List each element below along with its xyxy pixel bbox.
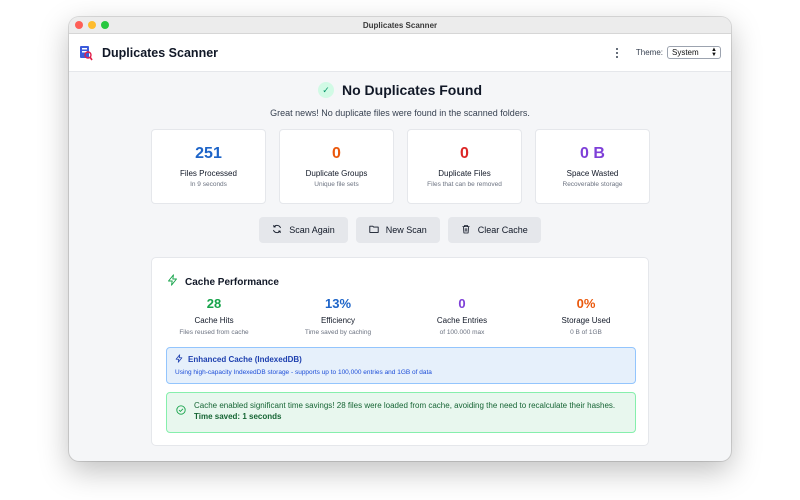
info-text: Using high-capacity IndexedDB storage - … <box>175 369 432 376</box>
cache-stat-label: Cache Entries <box>436 316 488 325</box>
app-name: Duplicates Scanner <box>102 45 219 60</box>
app-logo-icon <box>79 45 93 61</box>
stat-label: Duplicate Files <box>438 169 491 178</box>
stat-value: 0 <box>460 145 469 162</box>
cache-performance-panel: Cache Performance 28 Cache Hits Files re… <box>151 257 649 446</box>
cache-stat-sub: Files reused from cache <box>179 329 249 336</box>
cache-stat-label: Efficiency <box>320 316 356 325</box>
status-header: ✓ No Duplicates Found <box>69 82 731 98</box>
indexeddb-info-box: Enhanced Cache (IndexedDB) Using high-ca… <box>166 347 636 384</box>
check-icon: ✓ <box>318 82 334 98</box>
cache-stat-sub: 0 B of 1GB <box>570 329 602 336</box>
stat-card-duplicate-groups: 0 Duplicate Groups Unique file sets <box>279 129 394 204</box>
stat-sub: Files that can be removed <box>427 181 502 188</box>
stat-label: Files Processed <box>180 169 237 178</box>
stat-card-duplicate-files: 0 Duplicate Files Files that can be remo… <box>407 129 522 204</box>
cache-stat-value: 0% <box>576 296 596 311</box>
cache-stat-sub: Time saved by caching <box>304 329 372 336</box>
stat-value: 251 <box>195 145 222 162</box>
check-circle-icon <box>176 402 186 415</box>
theme-select[interactable]: System ▲ ▼ <box>667 46 721 59</box>
theme-select-value: System <box>672 48 699 57</box>
clear-cache-button[interactable]: Clear Cache <box>447 217 541 243</box>
stat-card-files-processed: 251 Files Processed In 9 seconds <box>151 129 266 204</box>
window-title: Duplicates Scanner <box>362 20 438 30</box>
stat-sub: Unique file sets <box>314 181 359 188</box>
cache-stat-label: Storage Used <box>561 316 611 325</box>
cache-stat-hits: 28 Cache Hits Files reused from cache <box>152 296 276 336</box>
scan-again-label: Scan Again <box>289 225 335 235</box>
info-title-text: Enhanced Cache (IndexedDB) <box>188 355 302 364</box>
clear-cache-label: Clear Cache <box>477 225 528 235</box>
new-scan-label: New Scan <box>385 225 427 235</box>
more-options-icon[interactable] <box>612 46 622 60</box>
zoom-window-button[interactable] <box>101 21 109 29</box>
cache-stat-efficiency: 13% Efficiency Time saved by caching <box>276 296 400 336</box>
status-subtitle: Great news! No duplicate files were foun… <box>270 108 530 118</box>
main-content: ✓ No Duplicates Found Great news! No dup… <box>69 72 731 460</box>
time-savings-box: Cache enabled significant time savings! … <box>166 392 636 433</box>
stat-value: 0 <box>332 145 341 162</box>
app-window: Duplicates Scanner Duplicates Scanner Th… <box>69 17 731 461</box>
cache-stat-storage: 0% Storage Used 0 B of 1GB <box>524 296 648 336</box>
title-bar: Duplicates Scanner <box>69 17 731 34</box>
info-title: Enhanced Cache (IndexedDB) <box>175 354 627 365</box>
stat-value: 0 B <box>580 145 605 162</box>
success-text: Cache enabled significant time savings! … <box>194 400 627 422</box>
time-saved: Time saved: 1 seconds <box>194 412 282 421</box>
folder-icon <box>369 224 379 236</box>
app-header: Duplicates Scanner Theme: System ▲ ▼ <box>69 34 731 72</box>
stat-sub: Recoverable storage <box>562 181 623 188</box>
success-message: Cache enabled significant time savings! … <box>194 401 616 410</box>
stat-card-space-wasted: 0 B Space Wasted Recoverable storage <box>535 129 650 204</box>
cache-header: Cache Performance <box>167 273 279 291</box>
lightning-icon <box>175 354 183 365</box>
theme-label: Theme: <box>635 48 663 57</box>
refresh-icon <box>272 224 282 236</box>
cache-stat-value: 28 <box>206 296 222 311</box>
cache-stat-entries: 0 Cache Entries of 100.000 max <box>400 296 524 336</box>
cache-stats: 28 Cache Hits Files reused from cache 13… <box>152 296 648 336</box>
cache-stat-sub: of 100.000 max <box>439 329 485 336</box>
cache-stat-label: Cache Hits <box>194 316 234 325</box>
stat-sub: In 9 seconds <box>190 181 227 188</box>
scan-again-button[interactable]: Scan Again <box>259 217 348 243</box>
cache-stat-value: 0 <box>458 296 466 311</box>
trash-icon <box>461 224 471 236</box>
new-scan-button[interactable]: New Scan <box>355 217 440 243</box>
status-title: No Duplicates Found <box>342 82 482 98</box>
action-buttons: Scan Again New Scan Clear Cache <box>69 217 731 243</box>
cache-stat-value: 13% <box>324 296 352 311</box>
select-arrows-icon: ▲ ▼ <box>711 47 717 58</box>
lightning-icon <box>167 273 178 291</box>
stat-label: Space Wasted <box>566 169 619 178</box>
summary-stats: 251 Files Processed In 9 seconds 0 Dupli… <box>151 129 650 204</box>
window-controls <box>75 21 109 29</box>
stat-label: Duplicate Groups <box>305 169 368 178</box>
minimize-window-button[interactable] <box>88 21 96 29</box>
close-window-button[interactable] <box>75 21 83 29</box>
cache-title: Cache Performance <box>185 276 279 288</box>
